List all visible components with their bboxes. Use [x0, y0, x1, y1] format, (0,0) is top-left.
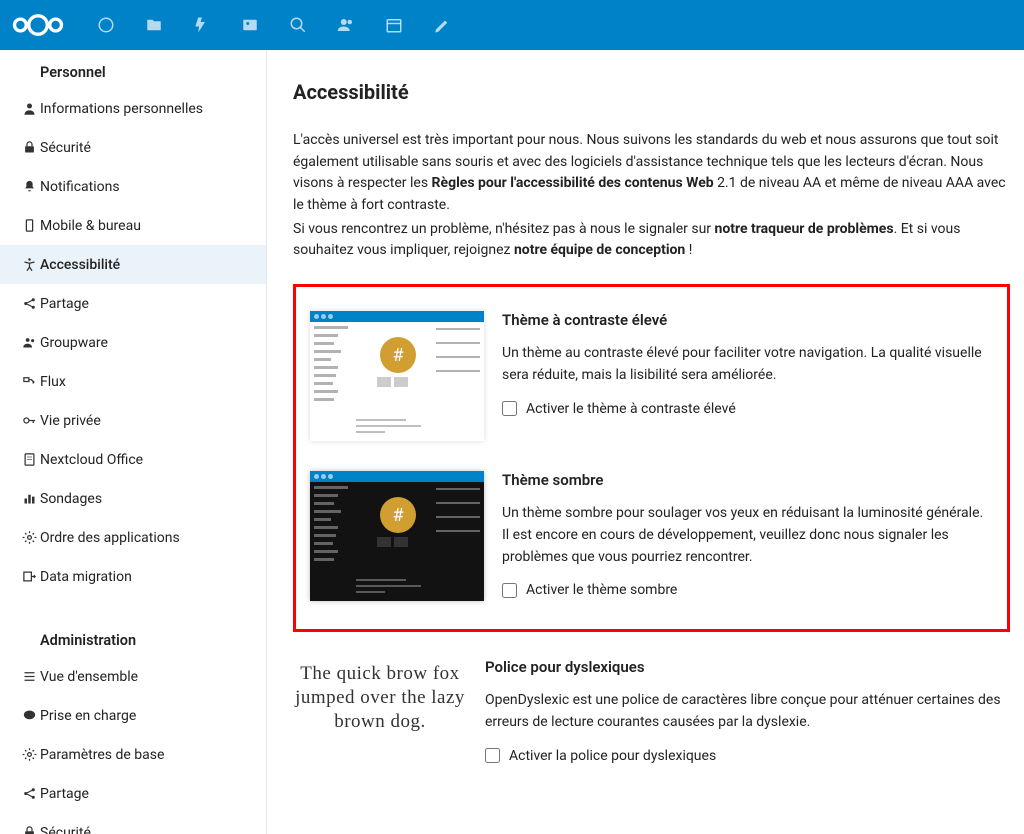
sidebar-item-label: Sécurité — [40, 825, 91, 834]
theme-row-dyslexia: The quick brow fox jumped over the lazy … — [293, 658, 1010, 768]
theme-preview-light: # — [310, 311, 484, 441]
sidebar-item-label: Notifications — [40, 179, 120, 195]
theme-row-high-contrast: # Thème à contraste élevé Un thème au co… — [310, 311, 987, 441]
sidebar-item-label: Prise en charge — [40, 708, 136, 724]
sidebar-section-personal: Personnel — [0, 58, 266, 89]
sidebar-item-apporder[interactable]: Ordre des applications — [0, 518, 266, 557]
sidebar-item-label: Nextcloud Office — [40, 452, 143, 468]
sidebar-item-label: Sondages — [40, 491, 102, 507]
sidebar-item-support[interactable]: Prise en charge — [0, 696, 266, 735]
sidebar-item-label: Partage — [40, 296, 89, 312]
sidebar-item-groupware[interactable]: Groupware — [0, 323, 266, 362]
header-bar — [0, 0, 1024, 50]
sidebar-item-notifications[interactable]: Notifications — [0, 167, 266, 206]
share-icon — [18, 296, 40, 311]
sidebar-item-security[interactable]: Sécurité — [0, 128, 266, 167]
checkbox-dyslexia[interactable]: Activer la police pour dyslexiques — [485, 748, 1010, 764]
chat-icon — [18, 708, 40, 723]
sidebar-item-label: Mobile & bureau — [40, 218, 141, 234]
sidebar-item-sharing[interactable]: Partage — [0, 284, 266, 323]
sidebar-item-label: Groupware — [40, 335, 108, 351]
sidebar-item-label: Informations personnelles — [40, 101, 203, 117]
checkbox-high-contrast[interactable]: Activer le thème à contraste élevé — [502, 401, 987, 417]
lock-icon — [18, 140, 40, 155]
sidebar-item-info[interactable]: Informations personnelles — [0, 89, 266, 128]
sidebar-item-office[interactable]: Nextcloud Office — [0, 440, 266, 479]
intro-text: L'accès universel est très important pou… — [293, 130, 1010, 262]
user-icon — [18, 101, 40, 116]
sidebar-item-label: Data migration — [40, 569, 132, 585]
sidebar-item-label: Accessibilité — [40, 257, 120, 273]
theme-desc: Un thème au contraste élevé pour facilit… — [502, 343, 987, 386]
device-icon — [18, 218, 40, 233]
sidebar-item-label: Paramètres de base — [40, 747, 164, 763]
sidebar-item-accessibility[interactable]: Accessibilité — [0, 245, 266, 284]
sidebar-item-migration[interactable]: Data migration — [0, 557, 266, 596]
checkbox-label: Activer le thème à contraste élevé — [526, 401, 736, 417]
sidebar-item-privacy[interactable]: Vie privée — [0, 401, 266, 440]
search-icon[interactable] — [274, 1, 322, 49]
theme-title: Thème sombre — [502, 471, 987, 489]
app-logo[interactable] — [12, 13, 64, 37]
sidebar-item-label: Flux — [40, 374, 66, 390]
sidebar-section-admin: Administration — [0, 626, 266, 657]
sidebar-item-admin-security[interactable]: Sécurité — [0, 813, 266, 834]
sidebar-item-overview[interactable]: Vue d'ensemble — [0, 657, 266, 696]
theme-desc: Un thème sombre pour soulager vos yeux e… — [502, 503, 987, 568]
migrate-icon — [18, 569, 40, 584]
checkbox-input-dark[interactable] — [502, 583, 517, 598]
doc-icon — [18, 452, 40, 467]
lock-icon — [18, 825, 40, 834]
sidebar-item-mobile[interactable]: Mobile & bureau — [0, 206, 266, 245]
checkbox-input-high-contrast[interactable] — [502, 401, 517, 416]
dyslexia-preview: The quick brow fox jumped over the lazy … — [293, 658, 467, 768]
theme-preview-dark: # — [310, 471, 484, 601]
theme-desc: OpenDyslexic est une police de caractère… — [485, 690, 1010, 733]
checkbox-label: Activer la police pour dyslexiques — [509, 748, 716, 764]
photos-icon[interactable] — [226, 1, 274, 49]
group-icon — [18, 335, 40, 350]
sidebar-item-label: Vie privée — [40, 413, 101, 429]
highlight-box: # Thème à contraste élevé Un thème au co… — [293, 284, 1010, 632]
theme-title: Police pour dyslexiques — [485, 658, 1010, 676]
notes-icon[interactable] — [418, 1, 466, 49]
checkbox-dark[interactable]: Activer le thème sombre — [502, 582, 987, 598]
contacts-icon[interactable] — [322, 1, 370, 49]
files-icon[interactable] — [130, 1, 178, 49]
sidebar-item-admin-share[interactable]: Partage — [0, 774, 266, 813]
key-icon — [18, 413, 40, 428]
list-icon — [18, 669, 40, 684]
bell-icon — [18, 179, 40, 194]
gear-icon — [18, 530, 40, 545]
share-icon — [18, 786, 40, 801]
content-area: Accessibilité L'accès universel est très… — [267, 50, 1024, 834]
sidebar-item-flow[interactable]: Flux — [0, 362, 266, 401]
sidebar-item-polls[interactable]: Sondages — [0, 479, 266, 518]
dashboard-icon[interactable] — [82, 1, 130, 49]
gear-icon — [18, 747, 40, 762]
sidebar-item-label: Vue d'ensemble — [40, 669, 138, 685]
header-nav — [82, 1, 466, 49]
theme-row-dark: # Thème sombre Un thème sombre pour soul… — [310, 471, 987, 601]
chart-icon — [18, 491, 40, 506]
calendar-icon[interactable] — [370, 1, 418, 49]
sidebar-item-label: Ordre des applications — [40, 530, 180, 546]
checkbox-input-dyslexia[interactable] — [485, 748, 500, 763]
activity-icon[interactable] — [178, 1, 226, 49]
sidebar-item-label: Sécurité — [40, 140, 91, 156]
accessibility-icon — [18, 257, 40, 272]
flow-icon — [18, 374, 40, 389]
sidebar-item-basic[interactable]: Paramètres de base — [0, 735, 266, 774]
settings-sidebar: Personnel Informations personnelles Sécu… — [0, 50, 267, 834]
sidebar-item-label: Partage — [40, 786, 89, 802]
checkbox-label: Activer le thème sombre — [526, 582, 677, 598]
page-title: Accessibilité — [293, 80, 1010, 104]
theme-title: Thème à contraste élevé — [502, 311, 987, 329]
